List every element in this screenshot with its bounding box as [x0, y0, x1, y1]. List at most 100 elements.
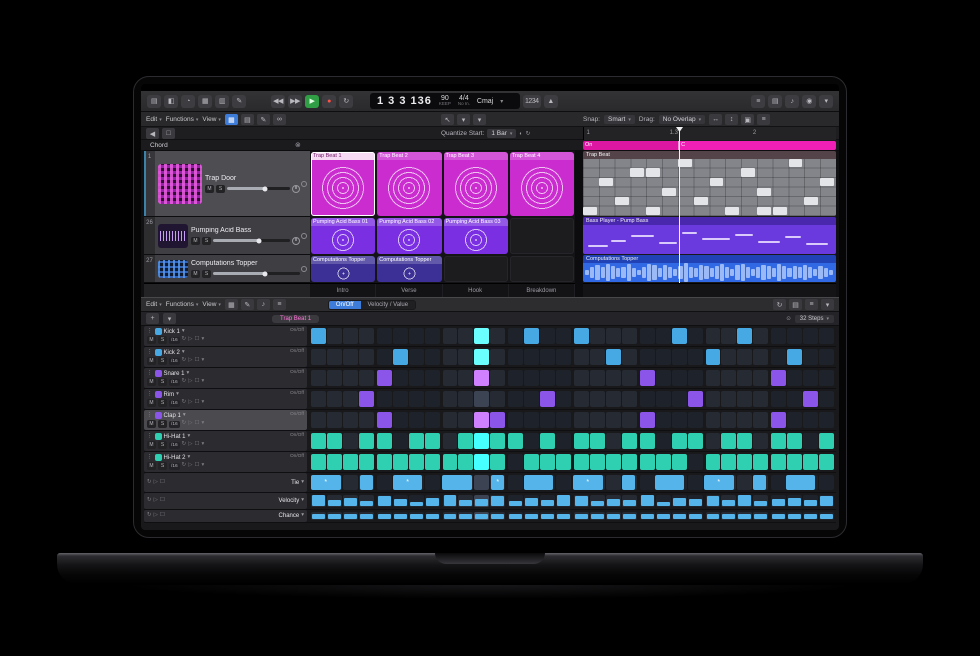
rotate-icon[interactable]: ↻: [182, 400, 187, 406]
step-cell-23[interactable]: [672, 370, 687, 386]
subrow-cell-3[interactable]: [343, 512, 358, 520]
empty-loop-cell[interactable]: [510, 256, 574, 282]
step-cell-24[interactable]: [688, 391, 703, 407]
step-cell-9[interactable]: [443, 391, 458, 407]
step-cell-26[interactable]: [721, 328, 736, 344]
step-cell-20[interactable]: [622, 412, 637, 428]
step-cell-23[interactable]: [672, 454, 687, 470]
step-cell-22[interactable]: [656, 349, 671, 365]
step-cell-31[interactable]: [803, 391, 818, 407]
more-icon[interactable]: ≡: [805, 299, 818, 310]
solo-button[interactable]: S: [158, 357, 167, 365]
step-cell-28[interactable]: [753, 349, 768, 365]
zoom-horizontal-icon[interactable]: ↔: [709, 114, 722, 125]
step-cell-7[interactable]: [409, 433, 424, 449]
rotate-icon[interactable]: ↻: [147, 498, 152, 504]
step-cell-6[interactable]: [393, 433, 408, 449]
row-play-icon[interactable]: ▷: [188, 358, 192, 364]
subrow-cell-5[interactable]: [377, 512, 392, 520]
subrow-cell-28[interactable]: [753, 495, 768, 507]
step-cell-4[interactable]: [359, 328, 374, 344]
checkbox-icon[interactable]: ☐: [195, 463, 200, 469]
count-in-icon[interactable]: 1234: [523, 95, 541, 108]
step-cell-11[interactable]: [474, 454, 489, 470]
step-cell-9[interactable]: [443, 349, 458, 365]
loop-cell[interactable]: Trap Beat 3: [444, 152, 508, 216]
loop-cell[interactable]: Trap Beat 4: [510, 152, 574, 216]
step-cell-8[interactable]: [425, 412, 440, 428]
drag-handle-icon[interactable]: ⋮: [147, 392, 153, 398]
seq-row-header-clap-1[interactable]: ⋮Clap 1▾On/OffMS/16↻▷☐▾: [144, 410, 307, 430]
step-cell-17[interactable]: [574, 370, 589, 386]
solo-button[interactable]: S: [216, 185, 225, 193]
rotate-icon[interactable]: ↻: [182, 358, 187, 364]
solo-button[interactable]: S: [158, 441, 167, 449]
tie-block[interactable]: [655, 475, 685, 490]
seq-row-header-hi-hat-1[interactable]: ⋮Hi-Hat 1▾On/OffMS/16↻▷☐▾: [144, 431, 307, 451]
zoom-presets-icon[interactable]: ≡: [757, 114, 770, 125]
notifications-icon[interactable]: ◉: [802, 95, 816, 108]
view-menu[interactable]: View▾: [202, 301, 221, 308]
toolbar-toggle-icon[interactable]: ◧: [164, 95, 178, 108]
seq-row-header-rim[interactable]: ⋮Rim▾On/OffMS/16↻▷☐▾: [144, 389, 307, 409]
subrow-cell-2[interactable]: [327, 495, 342, 507]
browsers-icon[interactable]: ▤: [768, 95, 782, 108]
close-icon[interactable]: ⊗: [295, 141, 301, 149]
row-play-icon[interactable]: ▷: [154, 513, 158, 519]
checkbox-icon[interactable]: ☐: [160, 513, 165, 519]
subrow-cell-32[interactable]: [819, 495, 834, 507]
subrow-cell-11[interactable]: [474, 512, 489, 520]
step-cell-23[interactable]: [672, 391, 687, 407]
step-cell-19[interactable]: [606, 433, 621, 449]
chevron-down-icon[interactable]: ▾: [301, 513, 304, 519]
region-trap-beat[interactable]: Trap Beat: [583, 151, 836, 216]
step-cell-22[interactable]: [656, 433, 671, 449]
step-cell-5[interactable]: [377, 349, 392, 365]
subrow-cell-6[interactable]: [393, 495, 408, 507]
step-cell-10[interactable]: [458, 328, 473, 344]
step-cell-22[interactable]: [656, 370, 671, 386]
pan-knob[interactable]: [292, 237, 300, 245]
solo-button[interactable]: S: [158, 378, 167, 386]
rotate-icon[interactable]: ↻: [182, 421, 187, 427]
step-cell-13[interactable]: [508, 454, 523, 470]
chevron-down-icon[interactable]: ▾: [201, 337, 204, 343]
step-cell-22[interactable]: [656, 391, 671, 407]
step-cell-22[interactable]: [656, 328, 671, 344]
row-play-icon[interactable]: ▷: [188, 421, 192, 427]
refresh-icon[interactable]: ↻: [526, 131, 531, 137]
step-cell-16[interactable]: [556, 391, 571, 407]
chevron-down-icon[interactable]: ▾: [201, 442, 204, 448]
chevron-down-icon[interactable]: ▾: [201, 421, 204, 427]
functions-menu[interactable]: Functions▾: [166, 116, 199, 123]
rotate-icon[interactable]: ↻: [182, 337, 187, 343]
step-rate-select[interactable]: /16: [169, 421, 180, 428]
step-cell-28[interactable]: [753, 454, 768, 470]
step-cell-26[interactable]: [721, 349, 736, 365]
mute-button[interactable]: M: [191, 270, 200, 278]
step-cell-25[interactable]: [706, 454, 721, 470]
control-bar-chevron-icon[interactable]: ▾: [819, 95, 833, 108]
step-cell-27[interactable]: [737, 412, 752, 428]
loop-cell[interactable]: Computations Topper: [311, 256, 375, 282]
mode-on-off-button[interactable]: On/Off: [329, 301, 361, 309]
step-cell-20[interactable]: [622, 433, 637, 449]
pattern-length-select[interactable]: 32 Steps ▾: [795, 315, 834, 323]
subrow-cell-16[interactable]: [556, 512, 571, 520]
step-cell-13[interactable]: [508, 349, 523, 365]
row-play-icon[interactable]: ▷: [188, 379, 192, 385]
empty-loop-cell[interactable]: [444, 256, 508, 282]
rotate-icon[interactable]: ↻: [182, 442, 187, 448]
step-cell-6[interactable]: [393, 412, 408, 428]
step-cell-23[interactable]: [672, 433, 687, 449]
solo-button[interactable]: S: [158, 399, 167, 407]
drag-handle-icon[interactable]: ⋮: [147, 413, 153, 419]
zoom-vertical-icon[interactable]: ↕: [725, 114, 738, 125]
step-cell-32[interactable]: [819, 370, 834, 386]
chevron-down-icon[interactable]: ▾: [201, 463, 204, 469]
step-cell-5[interactable]: [377, 328, 392, 344]
subrow-cell-20[interactable]: [622, 512, 637, 520]
step-grid-icon[interactable]: ▦: [225, 299, 238, 310]
step-cell-13[interactable]: [508, 433, 523, 449]
step-cell-2[interactable]: [327, 328, 342, 344]
